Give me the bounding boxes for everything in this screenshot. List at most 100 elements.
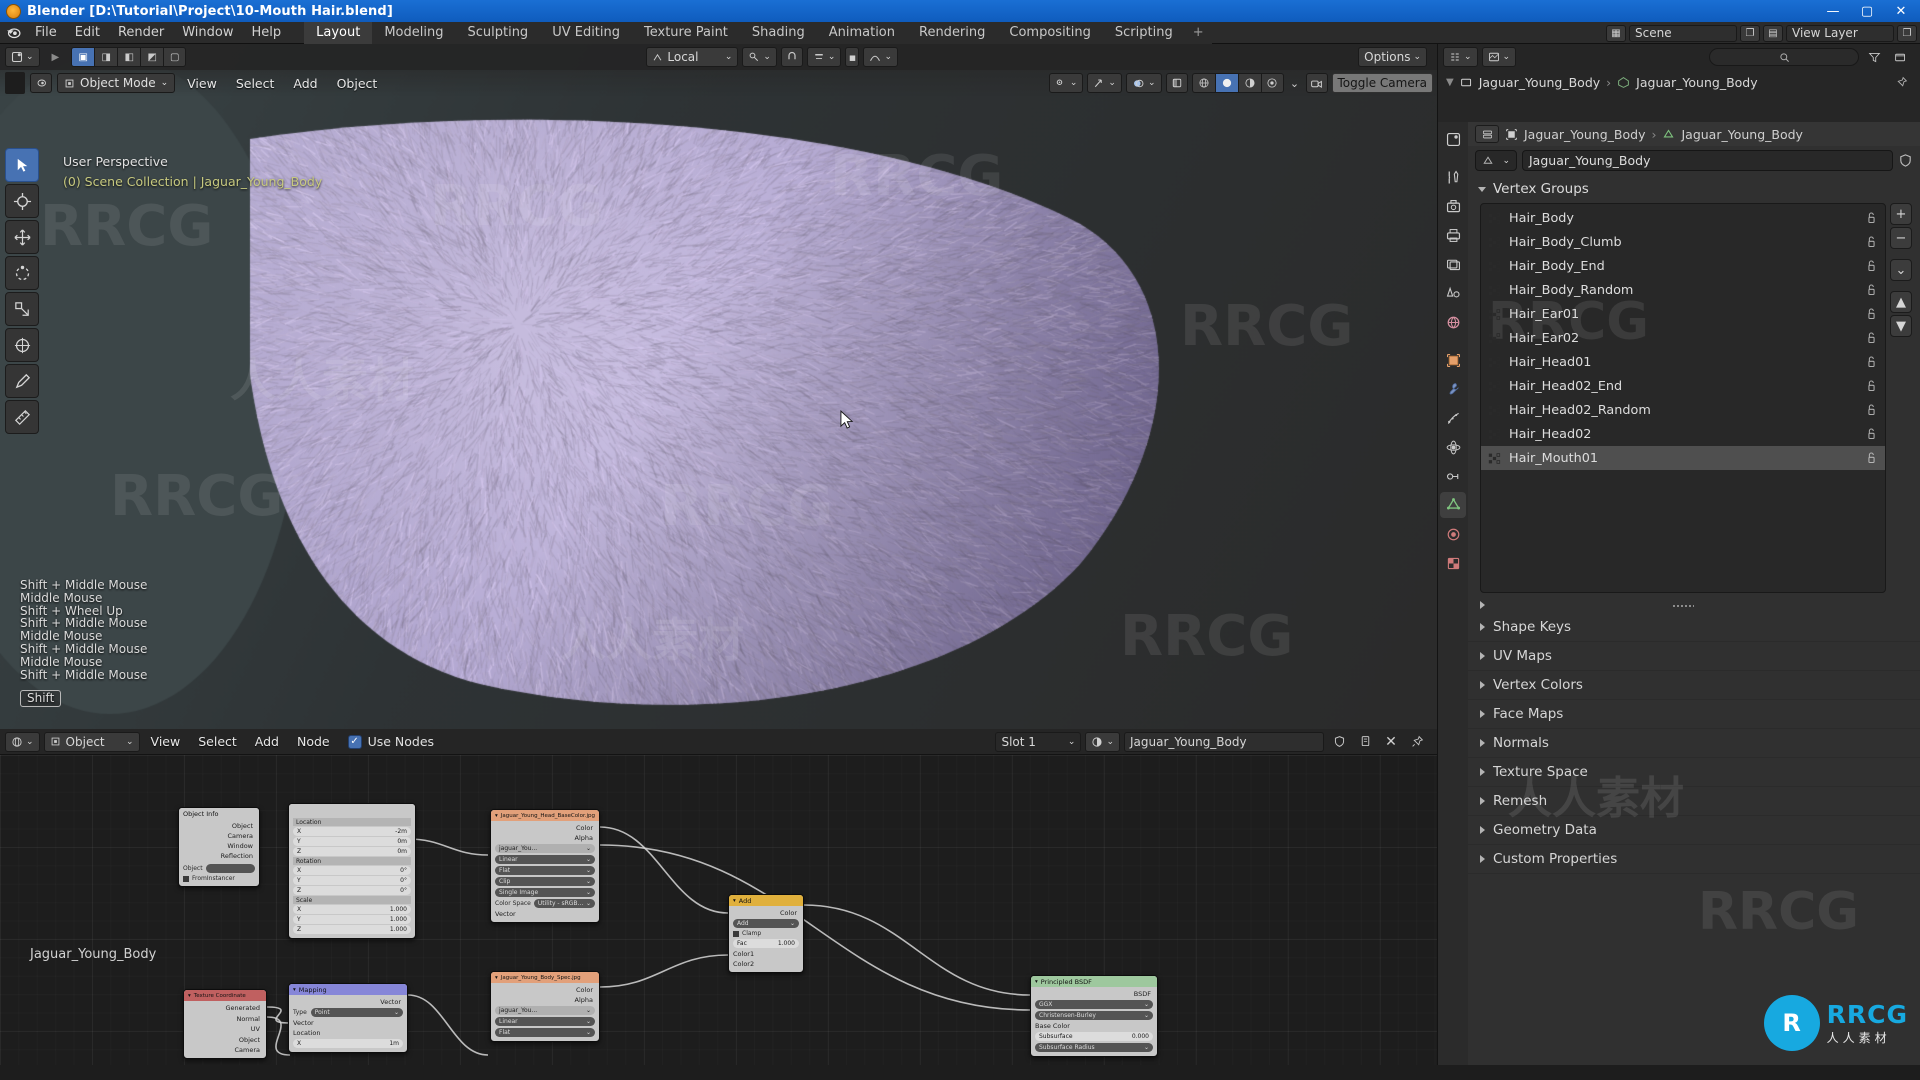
node-checkbox-icon[interactable] (183, 876, 189, 882)
node-header[interactable]: ▾ Jaguar_Young_Body_Spec.jpg (491, 972, 599, 983)
vertex-groups-list[interactable]: Hair_BodyHair_Body_ClumbHair_Body_EndHai… (1480, 203, 1886, 593)
tab-texture-paint[interactable]: Texture Paint (632, 22, 740, 44)
rotate-icon[interactable] (5, 256, 39, 290)
tool-tab[interactable] (1440, 164, 1466, 190)
resize-grip-icon[interactable] (1672, 604, 1694, 607)
mesh-data-name-field[interactable]: Jaguar_Young_Body (1522, 150, 1893, 171)
properties-context-icon[interactable] (1475, 125, 1499, 143)
toggle-camera-button[interactable]: Toggle Camera (1332, 73, 1434, 93)
cursor-icon[interactable] (5, 184, 39, 218)
wireframe-shading-icon[interactable] (1192, 73, 1215, 93)
node-extension-dropdown[interactable]: Clip⌄ (495, 877, 595, 886)
vertex-group-item[interactable]: Hair_Mouth01 (1481, 446, 1885, 470)
properties-editor[interactable]: RRCG 人人素材 RRCG Jaguar_Young_Body › Jagua… (1437, 122, 1920, 1065)
node-header[interactable]: ▾ Add (729, 895, 803, 906)
snap-dropdown[interactable]: ⌄ (742, 47, 777, 67)
node-subsurface-radius-field[interactable]: Subsurface Radius⌄ (1035, 1043, 1153, 1052)
outliner-object-label[interactable]: Jaguar_Young_Body (1636, 75, 1757, 90)
vertex-group-item[interactable]: Hair_Body_End (1481, 254, 1885, 278)
tab-scripting[interactable]: Scripting (1103, 22, 1185, 44)
collapsed-panel[interactable]: Normals (1468, 729, 1920, 758)
collapsed-panel[interactable]: Remesh (1468, 787, 1920, 816)
collapsed-panel[interactable]: Shape Keys (1468, 613, 1920, 642)
outliner-editor-type-icon[interactable]: ⌄ (1443, 47, 1478, 67)
menu-file[interactable]: File (26, 22, 66, 44)
scale-icon[interactable] (5, 292, 39, 326)
measure-icon[interactable] (5, 400, 39, 434)
annotate-icon[interactable] (5, 364, 39, 398)
chevron-right-icon[interactable] (1480, 826, 1485, 834)
node-mapping-bottom[interactable]: ▾ Mapping Vector Type Point⌄ Vector Loca… (288, 983, 408, 1053)
new-scene-icon[interactable]: ❐ (1740, 25, 1760, 42)
scene-tab[interactable] (1440, 280, 1466, 306)
tab-uv-editing[interactable]: UV Editing (540, 22, 632, 44)
node-header[interactable]: Object Info (179, 808, 259, 819)
outliner-display-mode-dropdown[interactable]: ⌄ (1482, 47, 1517, 67)
gizmo-dropdown[interactable]: ⌄ (1087, 73, 1122, 93)
node-distribution-dropdown[interactable]: GGX⌄ (1035, 1000, 1153, 1009)
transform-orientation-dropdown[interactable]: Local ⌄ (646, 47, 738, 67)
collapsed-panel[interactable]: Vertex Colors (1468, 671, 1920, 700)
node-fac-field[interactable]: Fac1.000 (733, 939, 799, 948)
outliner-search-input[interactable] (1709, 48, 1859, 66)
outliner-collection-label[interactable]: Jaguar_Young_Body (1479, 75, 1600, 90)
outliner-editor[interactable]: ⌄ ⌄ ▼ Jaguar_Young_Body › Jaguar_Young (1437, 44, 1920, 122)
remove-vertex-group-button[interactable]: − (1890, 227, 1912, 249)
add-vertex-group-button[interactable]: + (1890, 203, 1912, 225)
data-tab[interactable] (1440, 492, 1466, 518)
window-controls[interactable]: — ▢ ✕ (1816, 0, 1918, 22)
select-set-icon[interactable]: ▣ (71, 47, 94, 67)
constraints-tab[interactable] (1440, 463, 1466, 489)
unlink-material-icon[interactable]: ✕ (1380, 732, 1402, 752)
fake-user-shield-icon[interactable] (1898, 153, 1913, 168)
lock-open-icon[interactable] (1866, 452, 1877, 464)
vertex-group-item[interactable]: Hair_Body_Clumb (1481, 230, 1885, 254)
shader-menu-add[interactable]: Add (248, 734, 286, 749)
vertex-group-item[interactable]: Hair_Head02_End (1481, 374, 1885, 398)
viewlayer-tab[interactable] (1440, 251, 1466, 277)
node-value-field[interactable]: X1m (293, 1039, 403, 1048)
scene-browse-icon[interactable]: ▦ (1606, 25, 1626, 42)
tab-compositing[interactable]: Compositing (997, 22, 1103, 44)
vertex-group-item[interactable]: Hair_Head02 (1481, 422, 1885, 446)
falloff-dropdown[interactable]: ⌄ (863, 47, 898, 67)
browse-mesh-data-dropdown[interactable]: ⌄ (1475, 150, 1517, 171)
lock-open-icon[interactable] (1866, 308, 1877, 320)
node-header[interactable]: ▾ Mapping (289, 984, 407, 995)
particles-tab[interactable] (1440, 405, 1466, 431)
node-image-texture-spec[interactable]: ▾ Jaguar_Young_Body_Spec.jpg Color Alpha… (490, 971, 600, 1042)
vertex-groups-footer[interactable] (1480, 597, 1886, 613)
shading-dropdown-icon[interactable]: ⌄ (1288, 73, 1302, 93)
editor-type-button[interactable]: ⌄ (5, 47, 40, 67)
select-mode-group[interactable]: ▣ ◨ ◧ ◩ ▢ (71, 47, 186, 67)
node-principled-bsdf[interactable]: ▾ Principled BSDF BSDF GGX⌄ Christensen-… (1030, 975, 1158, 1057)
pin-icon[interactable] (1895, 76, 1908, 89)
chevron-right-icon[interactable] (1480, 768, 1485, 776)
move-vertex-group-up-button[interactable]: ▲ (1890, 291, 1912, 313)
material-name-field[interactable]: Jaguar_Young_Body (1124, 732, 1324, 752)
tab-modeling[interactable]: Modeling (372, 22, 455, 44)
node-texture-coordinate[interactable]: ▾ Texture Coordinate Generated Normal UV… (183, 989, 267, 1059)
viewport-editor-type-icon[interactable] (30, 73, 52, 93)
node-image-selector[interactable]: jaguar_You...⌄ (495, 1006, 595, 1015)
outliner-row[interactable]: ▼ Jaguar_Young_Body › Jaguar_Young_Body (1438, 70, 1920, 94)
chevron-right-icon[interactable] (1480, 652, 1485, 660)
tab-animation[interactable]: Animation (817, 22, 907, 44)
tab-rendering[interactable]: Rendering (907, 22, 997, 44)
shader-menu-node[interactable]: Node (290, 734, 337, 749)
viewport-render-canvas[interactable] (0, 44, 1437, 729)
solid-shading-icon[interactable] (1215, 73, 1238, 93)
lock-open-icon[interactable] (1866, 380, 1877, 392)
node-editor-canvas[interactable]: Object Info Object Camera Window Reflect… (0, 755, 1437, 1065)
lock-open-icon[interactable] (1866, 356, 1877, 368)
node-object-info[interactable]: Object Info Object Camera Window Reflect… (178, 807, 260, 887)
texture-tab[interactable] (1440, 550, 1466, 576)
menu-edit[interactable]: Edit (66, 22, 109, 44)
options-dropdown[interactable]: Options ⌄ (1358, 47, 1427, 67)
vertex-groups-panel-header[interactable]: Vertex Groups (1468, 177, 1920, 201)
node-image-texture-basecolor[interactable]: ▾ Jaguar_Young_Head_BaseColor.jpg Color … (490, 809, 600, 923)
lock-open-icon[interactable] (1866, 404, 1877, 416)
tab-add-workspace[interactable]: + (1185, 22, 1212, 44)
pin-icon[interactable] (1406, 732, 1428, 752)
shader-editor-type-icon[interactable]: ⌄ (5, 732, 40, 752)
